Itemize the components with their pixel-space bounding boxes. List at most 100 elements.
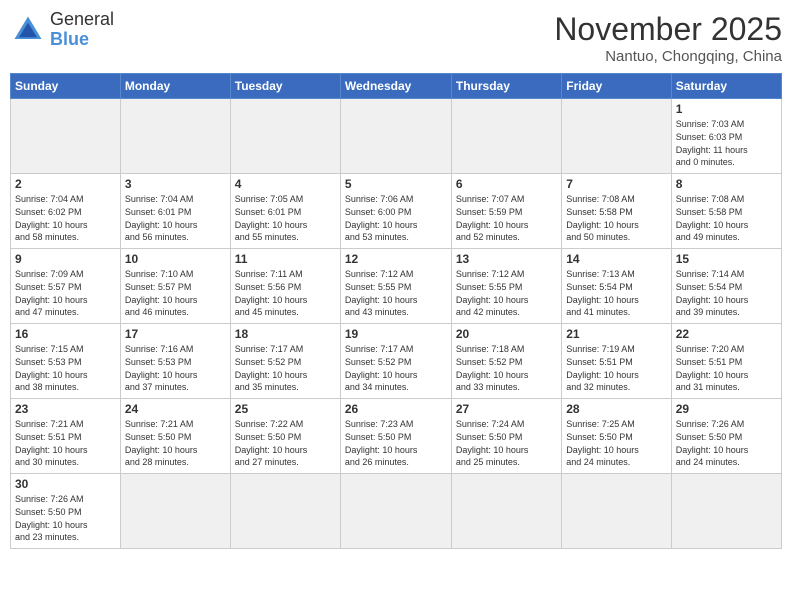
calendar-cell: [562, 474, 671, 549]
calendar-cell: 16Sunrise: 7:15 AM Sunset: 5:53 PM Dayli…: [11, 324, 121, 399]
day-info: Sunrise: 7:12 AM Sunset: 5:55 PM Dayligh…: [345, 268, 447, 318]
day-info: Sunrise: 7:17 AM Sunset: 5:52 PM Dayligh…: [235, 343, 336, 393]
calendar-cell: [340, 474, 451, 549]
day-info: Sunrise: 7:17 AM Sunset: 5:52 PM Dayligh…: [345, 343, 447, 393]
calendar-cell: [340, 99, 451, 174]
day-number: 3: [125, 177, 226, 191]
day-info: Sunrise: 7:19 AM Sunset: 5:51 PM Dayligh…: [566, 343, 666, 393]
calendar-cell: 17 Sunrise: 7:16 AM Sunset: 5:53 PM Dayli…: [120, 324, 230, 399]
calendar-cell: 1Sunrise: 7:03 AM Sunset: 6:03 PM Daylig…: [671, 99, 781, 174]
day-info: Sunrise: 7:07 AM Sunset: 5:59 PM Dayligh…: [456, 193, 557, 243]
calendar-cell: 4 Sunrise: 7:05 AM Sunset: 6:01 PM Daylig…: [230, 174, 340, 249]
day-number: 4: [235, 177, 336, 191]
day-number: 23: [15, 402, 116, 416]
calendar-cell: 8 Sunrise: 7:08 AM Sunset: 5:58 PM Daylig…: [671, 174, 781, 249]
calendar-cell: [120, 99, 230, 174]
calendar-container: GeneralBlue November 2025 Nantuo, Chongq…: [0, 0, 792, 554]
calendar-cell: 19 Sunrise: 7:17 AM Sunset: 5:52 PM Dayli…: [340, 324, 451, 399]
day-info: Sunrise: 7:11 AM Sunset: 5:56 PM Dayligh…: [235, 268, 336, 318]
week-row-1: 1Sunrise: 7:03 AM Sunset: 6:03 PM Daylig…: [11, 99, 782, 174]
calendar-cell: 30Sunrise: 7:26 AM Sunset: 5:50 PM Dayli…: [11, 474, 121, 549]
day-header-thursday: Thursday: [451, 74, 561, 99]
logo-blue: Blue: [50, 29, 89, 49]
calendar-cell: 25 Sunrise: 7:22 AM Sunset: 5:50 PM Dayli…: [230, 399, 340, 474]
day-number: 18: [235, 327, 336, 341]
day-number: 21: [566, 327, 666, 341]
calendar-cell: 6Sunrise: 7:07 AM Sunset: 5:59 PM Daylig…: [451, 174, 561, 249]
day-info: Sunrise: 7:08 AM Sunset: 5:58 PM Dayligh…: [676, 193, 777, 243]
week-row-3: 9 Sunrise: 7:09 AM Sunset: 5:57 PM Daylig…: [11, 249, 782, 324]
day-info: Sunrise: 7:21 AM Sunset: 5:51 PM Dayligh…: [15, 418, 116, 468]
day-info: Sunrise: 7:21 AM Sunset: 5:50 PM Dayligh…: [125, 418, 226, 468]
day-number: 19: [345, 327, 447, 341]
day-number: 28: [566, 402, 666, 416]
calendar-cell: 15 Sunrise: 7:14 AM Sunset: 5:54 PM Dayli…: [671, 249, 781, 324]
day-info: Sunrise: 7:14 AM Sunset: 5:54 PM Dayligh…: [676, 268, 777, 318]
day-info: Sunrise: 7:08 AM Sunset: 5:58 PM Dayligh…: [566, 193, 666, 243]
day-number: 26: [345, 402, 447, 416]
calendar-cell: [671, 474, 781, 549]
day-info: Sunrise: 7:22 AM Sunset: 5:50 PM Dayligh…: [235, 418, 336, 468]
day-info: Sunrise: 7:03 AM Sunset: 6:03 PM Dayligh…: [676, 118, 777, 168]
day-number: 24: [125, 402, 226, 416]
day-info: Sunrise: 7:09 AM Sunset: 5:57 PM Dayligh…: [15, 268, 116, 318]
calendar-cell: 3 Sunrise: 7:04 AM Sunset: 6:01 PM Daylig…: [120, 174, 230, 249]
day-info: Sunrise: 7:04 AM Sunset: 6:02 PM Dayligh…: [15, 193, 116, 243]
calendar-cell: 26Sunrise: 7:23 AM Sunset: 5:50 PM Dayli…: [340, 399, 451, 474]
calendar-cell: [120, 474, 230, 549]
day-number: 10: [125, 252, 226, 266]
calendar-cell: 21 Sunrise: 7:19 AM Sunset: 5:51 PM Dayli…: [562, 324, 671, 399]
calendar-cell: [11, 99, 121, 174]
logo-icon: [10, 12, 46, 48]
calendar-cell: 5Sunrise: 7:06 AM Sunset: 6:00 PM Daylig…: [340, 174, 451, 249]
day-info: Sunrise: 7:10 AM Sunset: 5:57 PM Dayligh…: [125, 268, 226, 318]
day-info: Sunrise: 7:18 AM Sunset: 5:52 PM Dayligh…: [456, 343, 557, 393]
calendar-cell: [230, 99, 340, 174]
day-number: 11: [235, 252, 336, 266]
day-number: 5: [345, 177, 447, 191]
calendar-cell: 13Sunrise: 7:12 AM Sunset: 5:55 PM Dayli…: [451, 249, 561, 324]
day-number: 27: [456, 402, 557, 416]
calendar-cell: 18 Sunrise: 7:17 AM Sunset: 5:52 PM Dayli…: [230, 324, 340, 399]
calendar-cell: 23 Sunrise: 7:21 AM Sunset: 5:51 PM Dayli…: [11, 399, 121, 474]
location: Nantuo, Chongqing, China: [554, 48, 782, 65]
week-row-5: 23 Sunrise: 7:21 AM Sunset: 5:51 PM Dayli…: [11, 399, 782, 474]
day-info: Sunrise: 7:05 AM Sunset: 6:01 PM Dayligh…: [235, 193, 336, 243]
calendar-cell: [451, 474, 561, 549]
day-info: Sunrise: 7:25 AM Sunset: 5:50 PM Dayligh…: [566, 418, 666, 468]
day-info: Sunrise: 7:26 AM Sunset: 5:50 PM Dayligh…: [676, 418, 777, 468]
day-info: Sunrise: 7:16 AM Sunset: 5:53 PM Dayligh…: [125, 343, 226, 393]
calendar-cell: [230, 474, 340, 549]
day-info: Sunrise: 7:04 AM Sunset: 6:01 PM Dayligh…: [125, 193, 226, 243]
calendar-cell: 10 Sunrise: 7:10 AM Sunset: 5:57 PM Dayli…: [120, 249, 230, 324]
day-number: 29: [676, 402, 777, 416]
day-header-friday: Friday: [562, 74, 671, 99]
day-info: Sunrise: 7:24 AM Sunset: 5:50 PM Dayligh…: [456, 418, 557, 468]
day-header-monday: Monday: [120, 74, 230, 99]
calendar-cell: 27 Sunrise: 7:24 AM Sunset: 5:50 PM Dayli…: [451, 399, 561, 474]
logo: GeneralBlue: [10, 10, 114, 50]
day-header-wednesday: Wednesday: [340, 74, 451, 99]
calendar-cell: 20Sunrise: 7:18 AM Sunset: 5:52 PM Dayli…: [451, 324, 561, 399]
day-info: Sunrise: 7:26 AM Sunset: 5:50 PM Dayligh…: [15, 493, 116, 543]
day-number: 25: [235, 402, 336, 416]
day-number: 15: [676, 252, 777, 266]
day-header-saturday: Saturday: [671, 74, 781, 99]
day-number: 8: [676, 177, 777, 191]
day-number: 17: [125, 327, 226, 341]
calendar-cell: 9 Sunrise: 7:09 AM Sunset: 5:57 PM Daylig…: [11, 249, 121, 324]
calendar-header-row: SundayMondayTuesdayWednesdayThursdayFrid…: [11, 74, 782, 99]
day-header-sunday: Sunday: [11, 74, 121, 99]
day-info: Sunrise: 7:20 AM Sunset: 5:51 PM Dayligh…: [676, 343, 777, 393]
day-number: 22: [676, 327, 777, 341]
calendar-cell: 11 Sunrise: 7:11 AM Sunset: 5:56 PM Dayli…: [230, 249, 340, 324]
calendar-cell: 2Sunrise: 7:04 AM Sunset: 6:02 PM Daylig…: [11, 174, 121, 249]
day-info: Sunrise: 7:12 AM Sunset: 5:55 PM Dayligh…: [456, 268, 557, 318]
day-number: 9: [15, 252, 116, 266]
day-info: Sunrise: 7:15 AM Sunset: 5:53 PM Dayligh…: [15, 343, 116, 393]
calendar-cell: 7 Sunrise: 7:08 AM Sunset: 5:58 PM Daylig…: [562, 174, 671, 249]
day-info: Sunrise: 7:13 AM Sunset: 5:54 PM Dayligh…: [566, 268, 666, 318]
week-row-6: 30Sunrise: 7:26 AM Sunset: 5:50 PM Dayli…: [11, 474, 782, 549]
calendar-table: SundayMondayTuesdayWednesdayThursdayFrid…: [10, 73, 782, 549]
day-number: 7: [566, 177, 666, 191]
